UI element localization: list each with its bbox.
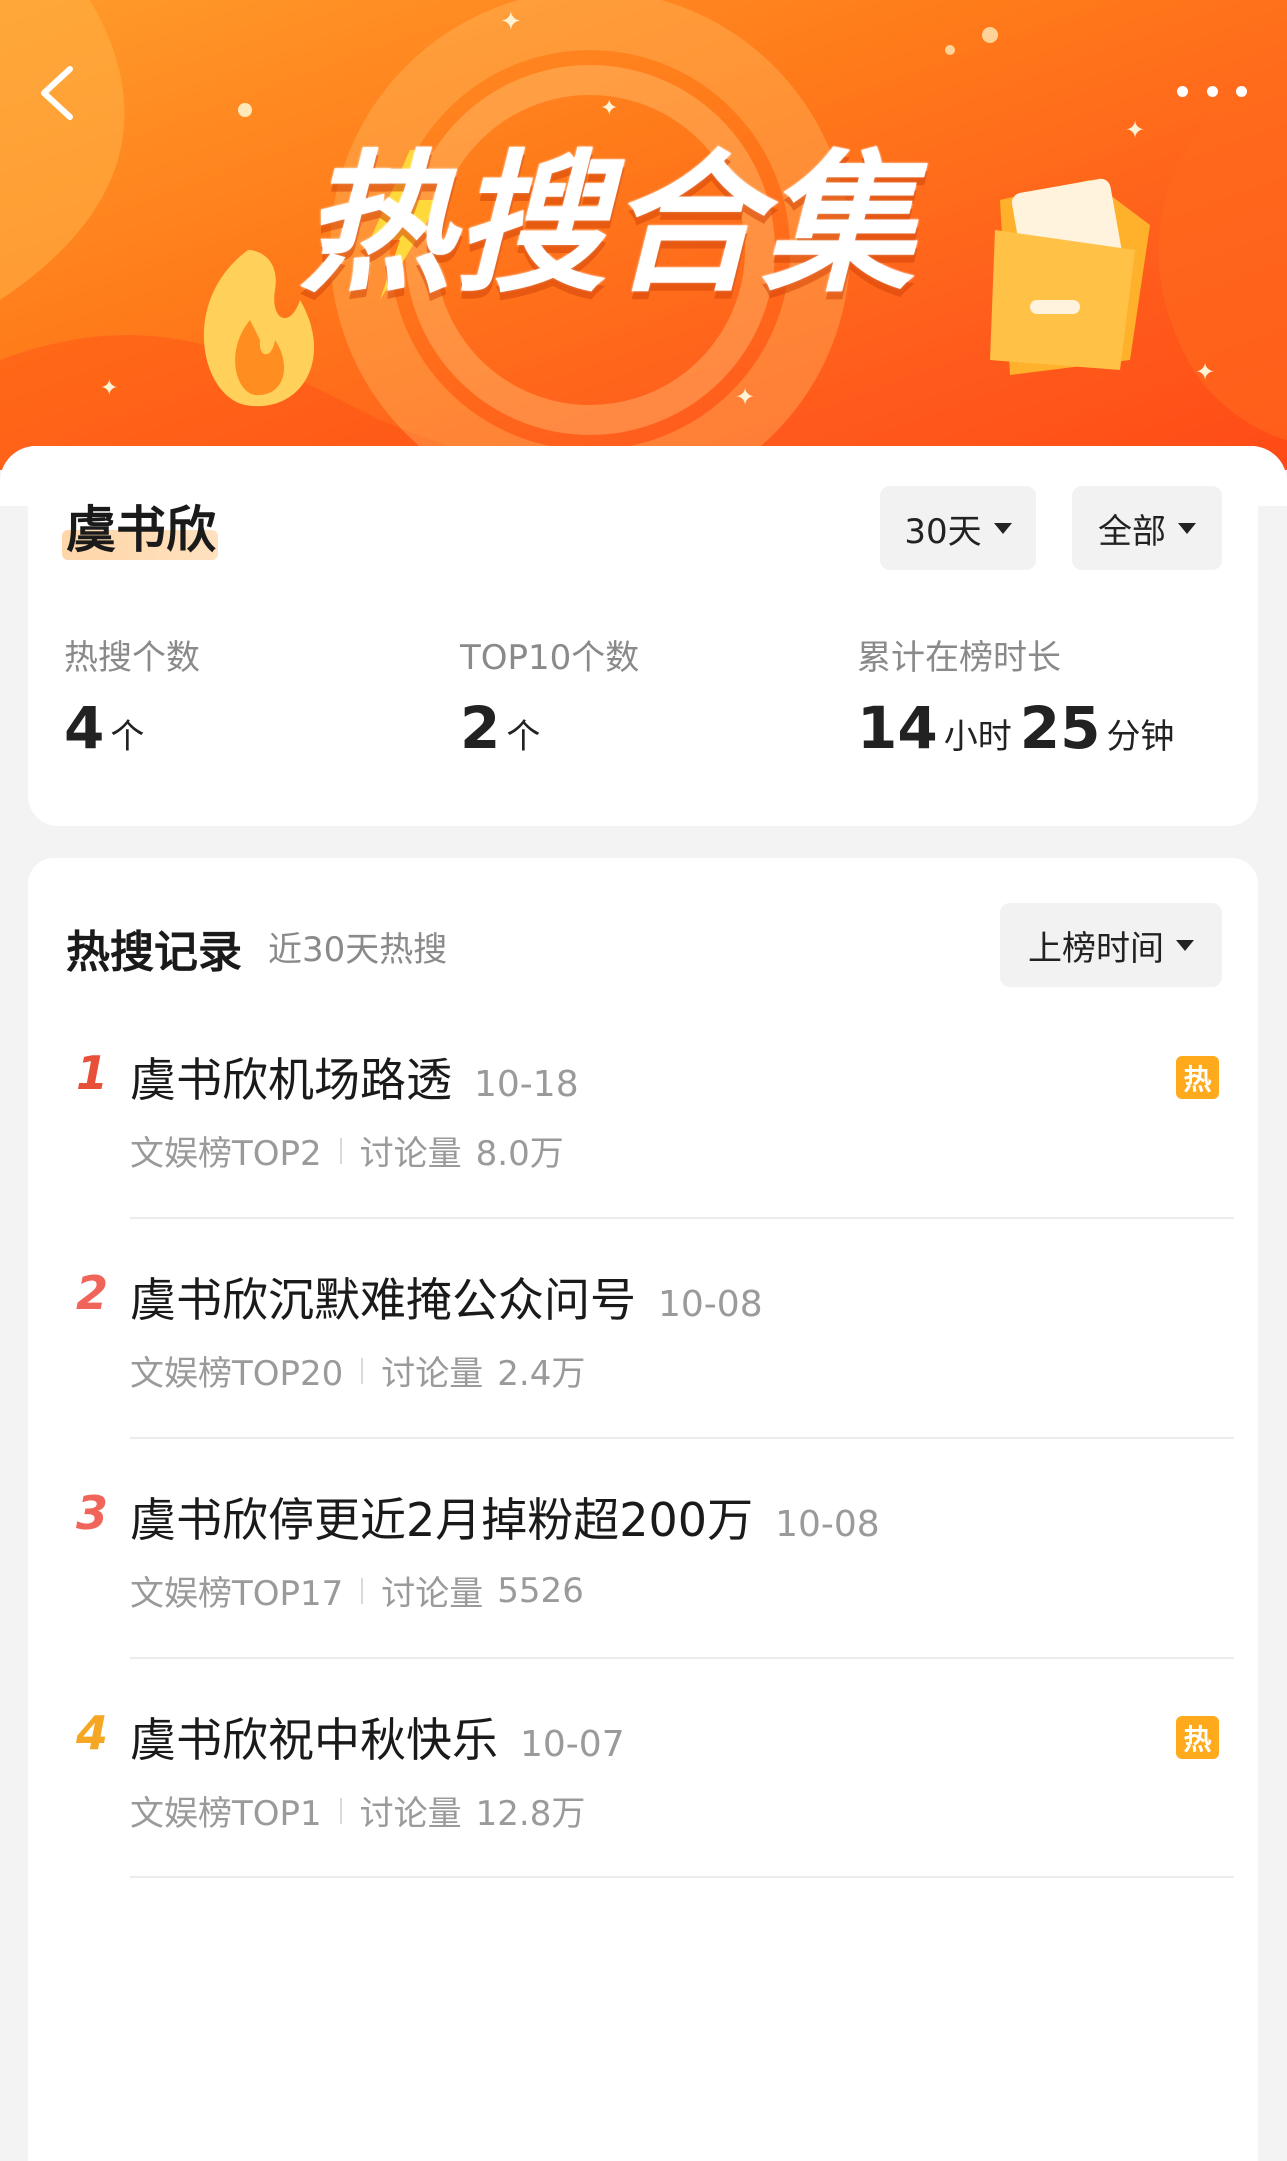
item-discuss: 8.0万 (475, 1134, 564, 1174)
hot-search-item[interactable]: 虞书欣停更近2月掉粉超200万 10-08 (130, 1484, 880, 1550)
stat-value-top10-count: 2个 (460, 694, 548, 762)
ellipsis-icon (1177, 85, 1188, 97)
discuss-label: 讨论量 (359, 1794, 462, 1834)
item-discuss: 5526 (497, 1570, 584, 1611)
item-discuss: 12.8万 (475, 1794, 586, 1834)
back-button[interactable] (26, 58, 86, 128)
stat-minutes-unit: 分钟 (1106, 717, 1175, 757)
row-rank: 2 (75, 1266, 108, 1320)
row-divider (130, 1876, 1234, 1878)
stat-hours: 14 (857, 694, 938, 762)
hot-search-item[interactable]: 虞书欣祝中秋快乐 10-07 (130, 1704, 625, 1770)
stat-label-hot-count: 热搜个数 (64, 638, 200, 678)
row-rank: 4 (75, 1706, 108, 1760)
hot-search-banner: ✦ ✦ ✦ ✦ ✦ ✦ 热搜合集 (0, 0, 1287, 470)
sort-label: 上榜时间 (1028, 928, 1164, 969)
hot-badge: 热 (1176, 1716, 1219, 1759)
flame-icon (203, 250, 315, 407)
item-board: 文娱榜TOP2 (130, 1134, 322, 1174)
item-title: 虞书欣沉默难掩公众问号 (130, 1273, 636, 1327)
discuss-label: 讨论量 (381, 1354, 484, 1394)
hot-badge: 热 (1176, 1056, 1219, 1099)
stat-number: 2 (460, 694, 501, 762)
separator (361, 1577, 364, 1604)
records-title: 热搜记录 (66, 927, 242, 978)
banner-title: 热搜合集 (300, 136, 916, 313)
period-filter-label: 30天 (904, 511, 982, 552)
stat-hours-unit: 小时 (943, 717, 1012, 757)
caret-down-icon (993, 522, 1012, 534)
item-date: 10-18 (474, 1064, 579, 1105)
item-meta: 文娱榜TOP2 讨论量 8.0万 (130, 1126, 564, 1175)
ellipsis-dot (1236, 85, 1247, 97)
caret-down-icon (1176, 939, 1194, 951)
folder-icon (990, 178, 1150, 375)
item-date: 10-08 (658, 1284, 763, 1325)
category-filter-button[interactable]: 全部 (1072, 486, 1222, 570)
hot-search-item[interactable]: 虞书欣机场路透 10-18 (130, 1044, 579, 1110)
discuss-label: 讨论量 (381, 1574, 484, 1614)
sort-button[interactable]: 上榜时间 (1000, 903, 1222, 987)
discuss-label: 讨论量 (359, 1134, 462, 1174)
ellipsis-dot (1206, 85, 1218, 97)
svg-text:✦: ✦ (600, 96, 618, 121)
svg-text:✦: ✦ (500, 7, 522, 37)
stat-label-total-duration: 累计在榜时长 (857, 638, 1061, 678)
separator (339, 1137, 342, 1164)
item-board: 文娱榜TOP17 (130, 1574, 344, 1614)
category-filter-label: 全部 (1098, 511, 1166, 552)
row-rank: 1 (75, 1046, 108, 1100)
caret-down-icon (1178, 522, 1196, 534)
item-title: 虞书欣停更近2月掉粉超200万 (130, 1493, 754, 1547)
row-divider (130, 1437, 1234, 1439)
item-meta: 文娱榜TOP1 讨论量 12.8万 (130, 1786, 585, 1835)
separator (361, 1357, 364, 1384)
records-subtitle: 近30天热搜 (268, 930, 448, 970)
stat-value-hot-count: 4个 (64, 694, 152, 762)
stat-minutes: 25 (1019, 694, 1101, 762)
stat-value-total-duration: 14 小时 25 分钟 (857, 694, 1182, 762)
item-board: 文娱榜TOP1 (130, 1794, 322, 1834)
row-rank: 3 (75, 1486, 108, 1540)
stat-label-top10-count: TOP10个数 (460, 638, 640, 678)
item-discuss: 2.4万 (497, 1354, 586, 1394)
item-title: 虞书欣祝中秋快乐 (130, 1713, 498, 1767)
svg-text:✦: ✦ (1125, 116, 1145, 144)
person-name: 虞书欣 (66, 501, 216, 559)
period-filter-button[interactable]: 30天 (880, 486, 1036, 570)
svg-text:✦: ✦ (735, 383, 755, 411)
chevron-left-icon (41, 66, 73, 120)
item-date: 10-07 (520, 1724, 625, 1765)
item-meta: 文娱榜TOP20 讨论量 2.4万 (130, 1346, 585, 1395)
item-date: 10-08 (775, 1504, 880, 1545)
separator (339, 1797, 342, 1824)
more-button[interactable] (1177, 76, 1247, 106)
svg-text:✦: ✦ (100, 376, 118, 401)
item-meta: 文娱榜TOP17 讨论量 5526 (130, 1566, 584, 1615)
stat-number: 4 (64, 694, 105, 762)
stat-unit: 个 (506, 717, 541, 757)
row-divider (130, 1657, 1234, 1659)
item-board: 文娱榜TOP20 (130, 1354, 344, 1394)
row-divider (130, 1217, 1234, 1219)
item-title: 虞书欣机场路透 (130, 1053, 452, 1107)
hot-search-item[interactable]: 虞书欣沉默难掩公众问号 10-08 (130, 1264, 763, 1330)
svg-text:✦: ✦ (1195, 358, 1215, 386)
stat-unit: 个 (110, 717, 145, 757)
